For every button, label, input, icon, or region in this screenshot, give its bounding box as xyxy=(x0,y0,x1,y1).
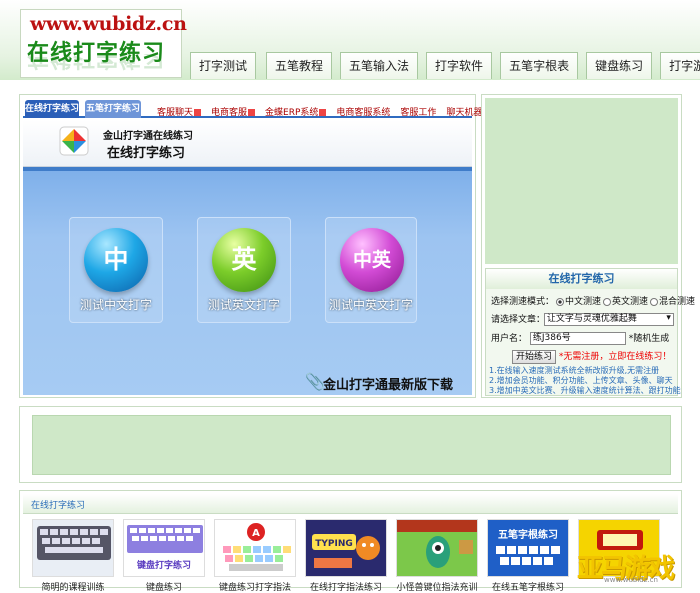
start-button[interactable]: 开始练习 xyxy=(512,350,557,364)
right-panel: 在线打字练习 选择测速模式： 中文测速 英文测速 混合测速 请选择文章： 让文字与灵魂… xyxy=(481,94,695,398)
radio-english-label: 英文测速 xyxy=(612,297,649,307)
kingsoft-logo-icon xyxy=(59,126,89,156)
feature-notes: 1.在线输入速度测试系统全新改版升级,无需注册 2.增加会员功能、积分功能、上传… xyxy=(489,366,681,396)
main-nav: 打字测试 五笔教程 五笔输入法 打字软件 五笔字根表 键盘练习 打字游戏 xyxy=(190,52,700,79)
note-line: 1.在线输入速度测试系统全新改版升级,无需注册 xyxy=(489,366,660,375)
software-name: 金山打字通在线练习 xyxy=(103,131,193,142)
thumbnail-inner-label: 键盘打字练习 xyxy=(136,561,191,571)
mixed-test-label: 测试中英文打字 xyxy=(328,298,413,312)
thumbnail-caption: 小怪兽键位指法充训 xyxy=(396,583,478,593)
watermark-url: www.wubidz.cn xyxy=(604,576,658,584)
radio-chinese[interactable] xyxy=(556,297,565,306)
thumbnail-caption: 在线打字指法练习 xyxy=(309,583,382,593)
nav-wubi-tutorial[interactable]: 五笔教程 xyxy=(266,52,333,79)
nav-typing-test[interactable]: 打字测试 xyxy=(190,52,257,79)
chinese-test-label: 测试中文打字 xyxy=(79,298,152,312)
thumbnail-caption: 键盘练习打字指法 xyxy=(218,583,291,593)
user-label: 用户名： xyxy=(491,334,528,344)
thumbnail[interactable]: TYPING 在线打字指法练习 xyxy=(305,519,387,593)
article-row: 请选择文章： 让文字与灵魂优雅起舞 xyxy=(491,312,674,326)
english-ball-icon: 英 xyxy=(212,228,276,292)
radio-mixed[interactable] xyxy=(650,297,659,306)
logo-reflection: 在线打字练习 xyxy=(27,54,166,70)
thumbnail[interactable]: A 键盘练习打字指法 xyxy=(214,519,296,593)
section-header: 在线打字练习 xyxy=(23,494,678,514)
form-title: 在线打字练习 xyxy=(486,269,677,289)
panel-tabs: 在线打字练习 五笔打字练习 客服聊天 电商客服 金蝶ERP系统 电商客服系统 客… xyxy=(23,98,491,118)
ad-links: 客服聊天 电商客服 金蝶ERP系统 电商客服系统 客服工作 聊天机器人 xyxy=(157,105,501,118)
english-test-button[interactable]: 英 测试英文打字 xyxy=(197,217,291,323)
tab-wubi-typing[interactable]: 五笔打字练习 xyxy=(85,100,141,118)
username-input[interactable]: 练J386号 xyxy=(529,332,626,345)
mode-row: 选择测速模式： 中文测速 英文测速 混合测速 xyxy=(491,294,695,307)
start-note: *无需注册，立即在线练习！ xyxy=(558,352,672,362)
keyboard-practice-image: 键盘打字练习 xyxy=(123,519,205,577)
finger-keyboard-image: A xyxy=(214,519,296,577)
ad-link[interactable]: 电商客服 xyxy=(211,105,256,118)
nav-wubi-input[interactable]: 五笔输入法 xyxy=(340,52,419,79)
radio-english[interactable] xyxy=(603,297,612,306)
thumbnail-caption: 简明的课程训练 xyxy=(41,583,105,593)
section-title: 在线打字练习 xyxy=(31,501,86,511)
logo-url: www.wubidz.cn xyxy=(30,13,187,35)
software-header: 金山打字通在线练习 在线打字练习 xyxy=(23,120,472,167)
radio-chinese-label: 中文测速 xyxy=(565,297,602,307)
nav-wubi-radicals[interactable]: 五笔字根表 xyxy=(500,52,579,79)
thumbnail-caption: 键盘练习 xyxy=(145,583,182,593)
start-row: 开始练习 *无需注册，立即在线练习！ xyxy=(512,349,671,364)
banner-ad-placeholder xyxy=(32,415,671,475)
svg-text:A: A xyxy=(252,528,260,539)
mixed-test-button[interactable]: 中英 测试中英文打字 xyxy=(325,217,417,323)
chinese-test-button[interactable]: 中 测试中文打字 xyxy=(69,217,163,323)
radio-mixed-label: 混合测速 xyxy=(659,297,696,307)
article-label: 请选择文章： xyxy=(491,315,546,325)
nav-keyboard-practice[interactable]: 键盘练习 xyxy=(586,52,653,79)
software-subtitle: 在线打字练习 xyxy=(107,146,186,161)
thumbnail-list: 简明的课程训练 键盘打字练习 键盘练习 A 键盘练习打字指法 TYPING 在线… xyxy=(32,519,669,593)
ad-link[interactable]: 客服聊天 xyxy=(157,105,202,118)
typing-form: 在线打字练习 选择测速模式： 中文测速 英文测速 混合测速 请选择文章： 让文字与灵魂… xyxy=(485,268,695,396)
ad-placeholder xyxy=(485,98,678,264)
note-line: 2.增加会员功能、积分功能、上传文章、头像、聊天 xyxy=(489,376,673,385)
site-logo[interactable]: www.wubidz.cn 在线打字练习 在线打字练习 xyxy=(20,9,187,78)
ad-link[interactable]: 客服工作 xyxy=(400,105,436,118)
download-link[interactable]: 金山打字通最新版下载 xyxy=(323,374,453,393)
typing-game-image: TYPING xyxy=(305,519,387,577)
tab-online-typing[interactable]: 在线打字练习 xyxy=(25,100,79,118)
mode-label: 选择测速模式： xyxy=(491,297,555,307)
mid-banner xyxy=(19,406,682,483)
note-line: 3.增加中英文比赛、升级输入速度统计算法、跟打功能 xyxy=(489,386,681,395)
monster-game-image xyxy=(396,519,478,577)
nav-typing-software[interactable]: 打字软件 xyxy=(426,52,493,79)
thumbnail[interactable]: 简明的课程训练 xyxy=(32,519,114,593)
user-row: 用户名： 练J386号 *随机生成 xyxy=(491,331,669,345)
ad-link[interactable]: 金蝶ERP系统 xyxy=(265,105,327,118)
thumbnail-caption: 在线五笔字根练习 xyxy=(491,583,564,593)
test-area: 中 测试中文打字 英 测试英文打字 中英 测试中英文打字 📎 金山打字通最新版下… xyxy=(23,171,472,395)
paperclip-icon: 📎 xyxy=(305,372,325,391)
thumbnail[interactable]: 五笔字根练习 在线五笔字根练习 xyxy=(487,519,569,593)
thumbnail[interactable]: 键盘打字练习 键盘练习 xyxy=(123,519,205,593)
ad-link[interactable]: 电商客服系统 xyxy=(336,105,390,118)
chinese-ball-icon: 中 xyxy=(84,228,148,292)
wubi-radicals-image: 五笔字根练习 xyxy=(487,519,569,577)
article-select[interactable]: 让文字与灵魂优雅起舞 xyxy=(543,313,674,326)
keyboard-image xyxy=(32,519,114,577)
thumbnail[interactable]: 小怪兽键位指法充训 xyxy=(396,519,478,593)
english-test-label: 测试英文打字 xyxy=(207,298,280,312)
typing-test-panel: 在线打字练习 五笔打字练习 客服聊天 电商客服 金蝶ERP系统 电商客服系统 客… xyxy=(19,94,491,398)
user-note: *随机生成 xyxy=(628,334,670,344)
mixed-ball-icon: 中英 xyxy=(340,228,404,292)
nav-typing-games[interactable]: 打字游戏 xyxy=(660,52,700,79)
svg-text:TYPING: TYPING xyxy=(315,539,353,549)
site-header: www.wubidz.cn 在线打字练习 在线打字练习 打字测试 五笔教程 五笔… xyxy=(0,0,700,80)
